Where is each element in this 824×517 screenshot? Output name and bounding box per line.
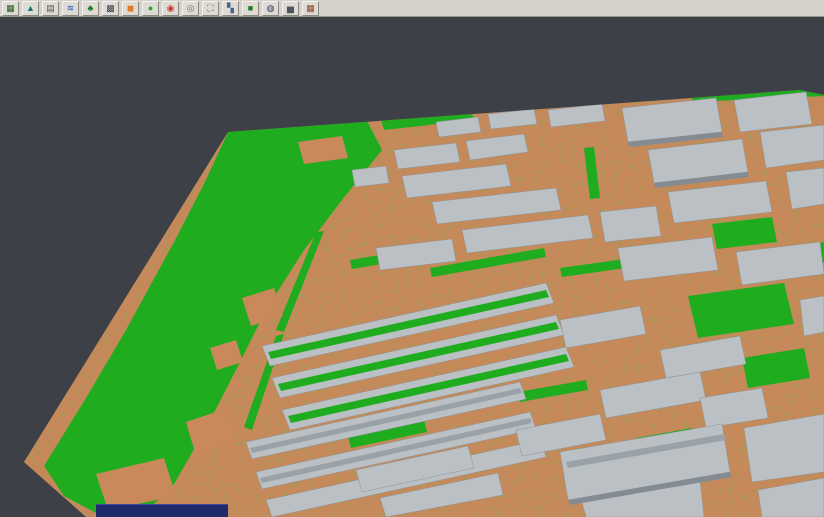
rings-icon[interactable]: ◎: [182, 1, 199, 16]
checker-icon[interactable]: ▚: [222, 1, 239, 16]
application-window: ▦ ▲ ▤ ≋ ♣ ▩ ◼ ● ◉ ◎ ⛶ ▚ ■ ◍ ▅ ▦: [0, 0, 824, 517]
icon-glyph: ▚: [227, 4, 234, 13]
icon-glyph: ≋: [67, 4, 75, 13]
icon-glyph: ▅: [287, 4, 294, 13]
toolbar: ▦ ▲ ▤ ≋ ♣ ▩ ◼ ● ◉ ◎ ⛶ ▚ ■ ◍ ▅ ▦: [0, 0, 824, 17]
dataset-grid-icon[interactable]: ▦: [2, 1, 19, 16]
water-surface-icon[interactable]: ≋: [62, 1, 79, 16]
viewport-3d[interactable]: [0, 0, 824, 517]
icon-glyph: ◎: [187, 4, 195, 13]
stats-table-icon[interactable]: ▦: [302, 1, 319, 16]
icon-glyph: ♣: [88, 4, 94, 13]
sphere-icon[interactable]: ●: [142, 1, 159, 16]
icon-glyph: ▦: [306, 4, 315, 13]
terrain-icon[interactable]: ▲: [22, 1, 39, 16]
target-icon[interactable]: ◉: [162, 1, 179, 16]
mesh-grid-icon[interactable]: ▩: [102, 1, 119, 16]
icon-glyph: ◍: [267, 4, 275, 13]
tree-icon[interactable]: ♣: [82, 1, 99, 16]
icon-glyph: ▲: [26, 4, 35, 13]
icon-glyph: ●: [148, 4, 153, 13]
selection-box-icon[interactable]: ⛶: [202, 1, 219, 16]
icon-glyph: ▦: [6, 4, 15, 13]
forest-block-icon[interactable]: ■: [242, 1, 259, 16]
bar-chart-icon[interactable]: ▅: [282, 1, 299, 16]
globe-icon[interactable]: ◍: [262, 1, 279, 16]
icon-glyph: ◼: [127, 4, 134, 13]
bottom-blue-panel[interactable]: [96, 504, 228, 517]
icon-glyph: ■: [248, 4, 253, 13]
icon-glyph: ◉: [167, 4, 175, 13]
layers-icon[interactable]: ▤: [42, 1, 59, 16]
icon-glyph: ▩: [106, 4, 115, 13]
icon-glyph: ▤: [46, 4, 55, 13]
cube-icon[interactable]: ◼: [122, 1, 139, 16]
icon-glyph: ⛶: [207, 4, 213, 13]
